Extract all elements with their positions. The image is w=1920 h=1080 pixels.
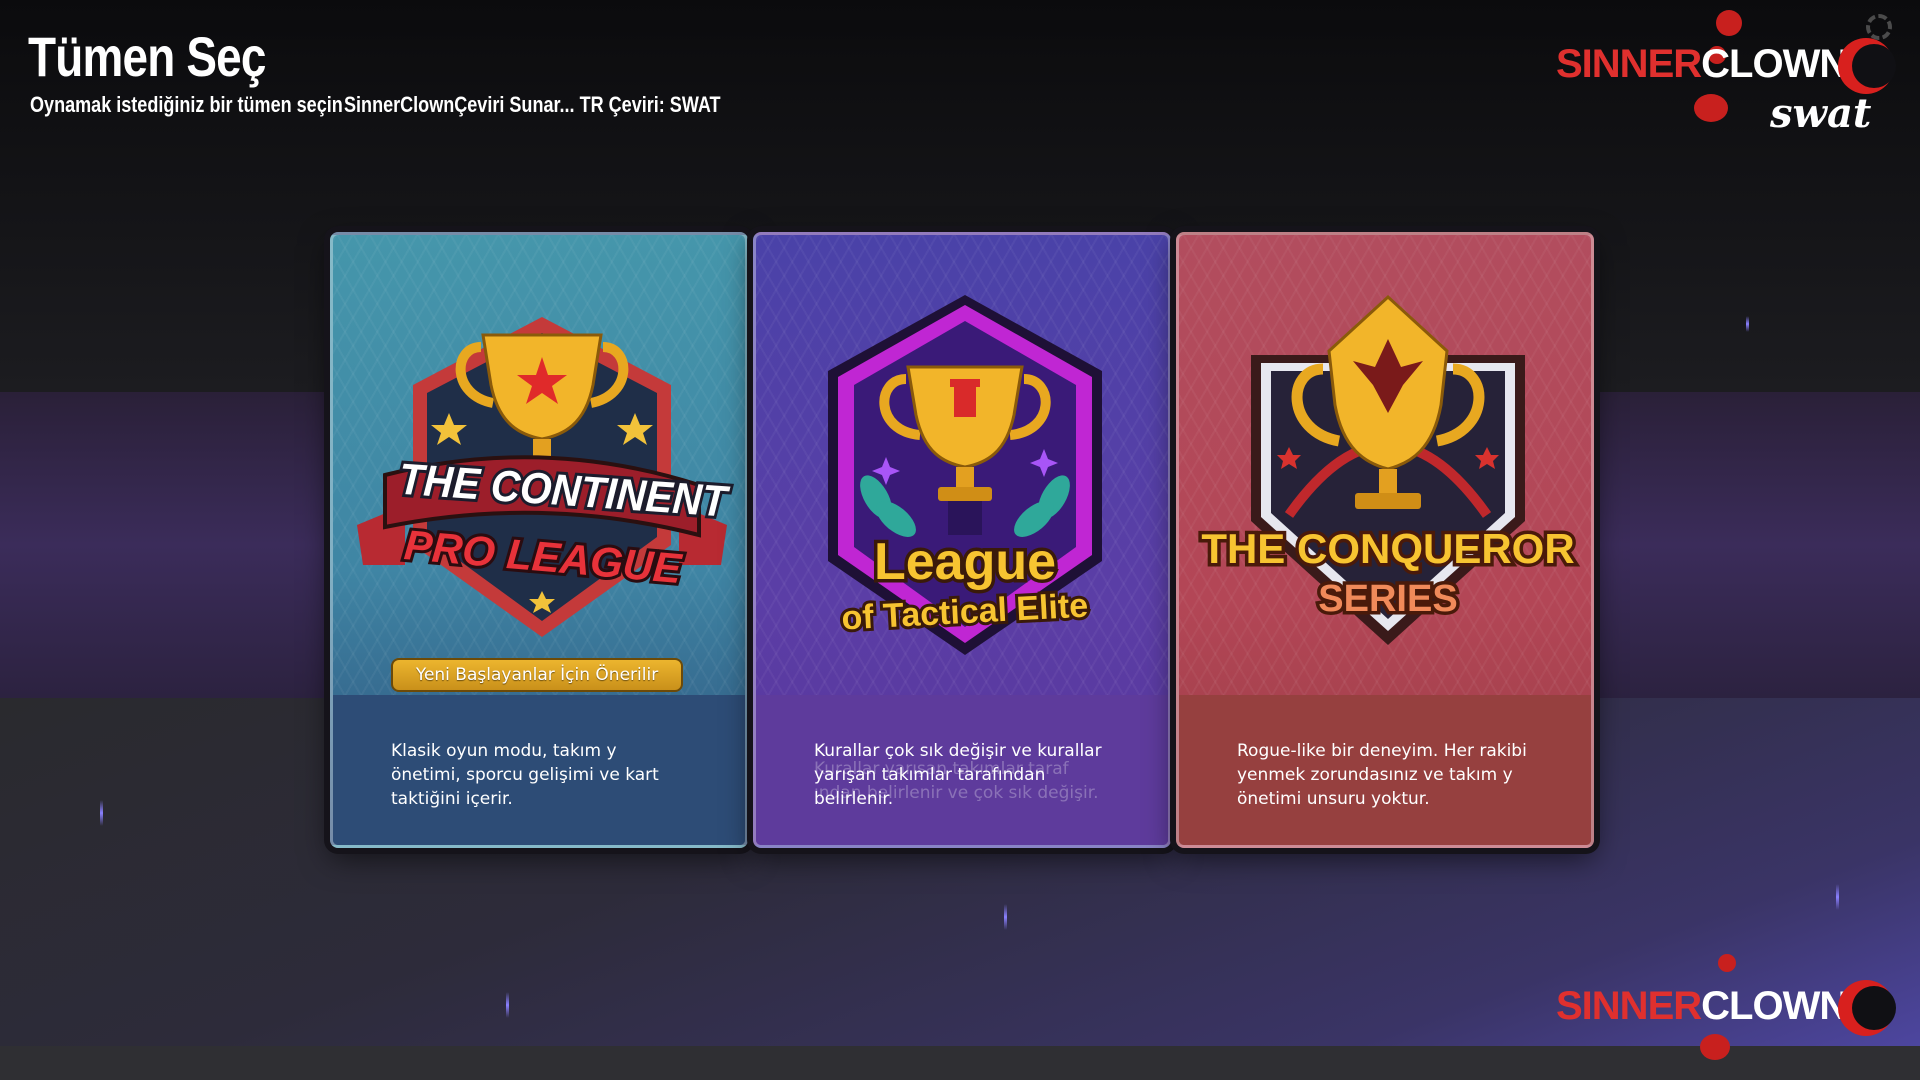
recommended-badge: Yeni Başlayanlar İçin Önerilir: [391, 658, 683, 692]
logo-red-text: SINNER: [1556, 42, 1702, 86]
division-card-continent[interactable]: THE CONTINENT PRO LEAGUE Yeni Başlayanla…: [330, 232, 748, 848]
blood-splatter: [1700, 1034, 1730, 1060]
spark-decoration: [1004, 904, 1007, 930]
spark-decoration: [1746, 316, 1749, 332]
league-of-tactical-elite-emblem: League of Tactical Elite: [828, 295, 1102, 655]
spark-decoration: [100, 800, 103, 826]
page-subtitle: Oynamak istediğiniz bir tümen seçin: [30, 92, 343, 117]
spark-decoration: [506, 992, 509, 1018]
emblem-subtitle-text: SERIES: [1318, 578, 1457, 620]
conqueror-series-emblem: THE CONQUEROR SERIES: [1198, 294, 1578, 645]
logo-red-text: SINNER: [1556, 984, 1702, 1028]
background-floor: [0, 1046, 1920, 1080]
blood-splatter: [1694, 94, 1728, 122]
emblem-title-text: THE CONQUEROR: [1201, 525, 1574, 572]
page-title: Tümen Seç: [28, 25, 266, 88]
spark-decoration: [1836, 884, 1839, 910]
crescent-icon: [1838, 980, 1896, 1036]
division-card-tactical-elite[interactable]: League of Tactical Elite Kurallar yarışa…: [753, 232, 1171, 848]
continent-pro-league-emblem: THE CONTINENT PRO LEAGUE: [357, 317, 734, 637]
card-description: Kurallar çok sık değişir ve kurallar yar…: [814, 741, 1102, 809]
blood-splatter: [1718, 954, 1736, 972]
sinnerclown-logo-top: SINNERCLOWN: [1556, 42, 1848, 87]
logo-tag: swat: [1770, 90, 1872, 137]
emblem-title-text: League: [874, 533, 1056, 591]
gear-icon[interactable]: [1866, 14, 1892, 40]
logo-white-text: CLOWN: [1701, 984, 1848, 1028]
credits-text: SinnerClownÇeviri Sunar... TR Çeviri: SW…: [344, 92, 721, 117]
division-card-conqueror[interactable]: THE CONQUEROR SERIES Rogue-like bir dene…: [1176, 232, 1594, 848]
card-description: Klasik oyun modu, takım y önetimi, sporc…: [391, 741, 659, 809]
logo-white-text: CLOWN: [1701, 42, 1848, 86]
blood-splatter: [1716, 10, 1742, 36]
crescent-icon: [1838, 38, 1896, 94]
card-description: Rogue-like bir deneyim. Her rakibi yenme…: [1237, 741, 1527, 809]
sinnerclown-logo-bottom: SINNERCLOWN: [1556, 984, 1848, 1029]
